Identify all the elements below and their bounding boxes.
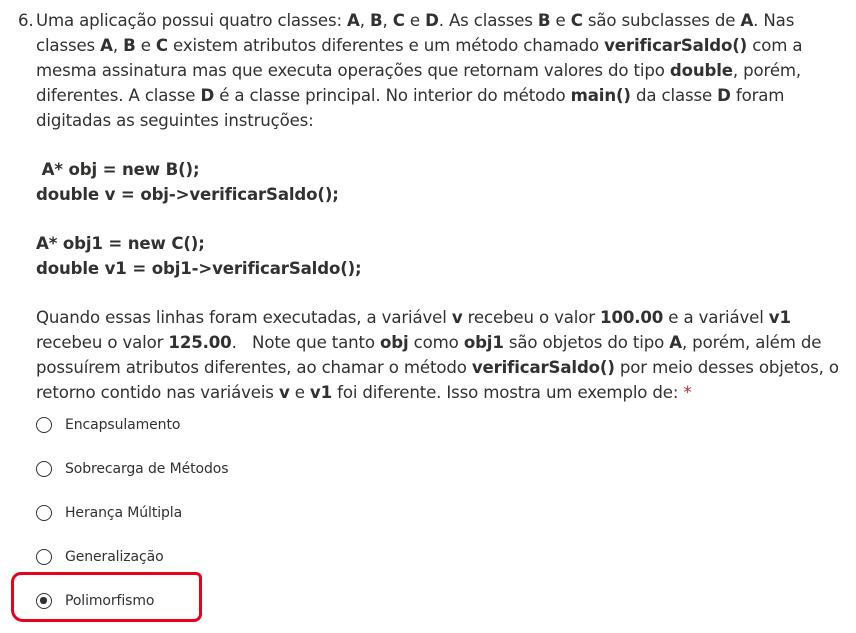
question-prompt: Quando essas linhas foram executadas, a … [36,308,845,402]
radio-button-selected[interactable] [36,593,52,609]
option-heranca-multipla[interactable]: Herança Múltipla [36,501,228,545]
code-line-1: A* obj = new B(); [36,160,200,179]
question-intro: Uma aplicação possui quatro classes: A, … [36,11,803,130]
question-number: 6. [18,11,34,30]
answer-options: Encapsulamento Sobrecarga de Métodos Her… [36,413,229,633]
option-label: Sobrecarga de Métodos [65,461,229,477]
question-block: 6. Uma aplicação possui quatro classes: … [18,8,848,405]
option-label: Encapsulamento [65,417,181,433]
option-sobrecarga-de-metodos[interactable]: Sobrecarga de Métodos [36,457,229,501]
radio-button[interactable] [36,417,52,433]
radio-button[interactable] [36,505,52,521]
option-encapsulamento[interactable]: Encapsulamento [36,413,228,457]
code-line-2: double v = obj->verificarSaldo(); [36,185,339,204]
option-label: Generalização [65,549,164,565]
code-line-3: A* obj1 = new C(); [36,234,205,253]
radio-button[interactable] [36,461,52,477]
option-label: Herança Múltipla [65,505,183,521]
option-polimorfismo[interactable]: Polimorfismo [36,589,228,633]
question-body: Uma aplicação possui quatro classes: A, … [36,8,848,405]
radio-button[interactable] [36,549,52,565]
code-line-4: double v1 = obj1->verificarSaldo(); [36,259,362,278]
required-asterisk: * [683,383,692,402]
option-label: Polimorfismo [65,593,155,609]
option-generalizacao[interactable]: Generalização [36,545,228,589]
